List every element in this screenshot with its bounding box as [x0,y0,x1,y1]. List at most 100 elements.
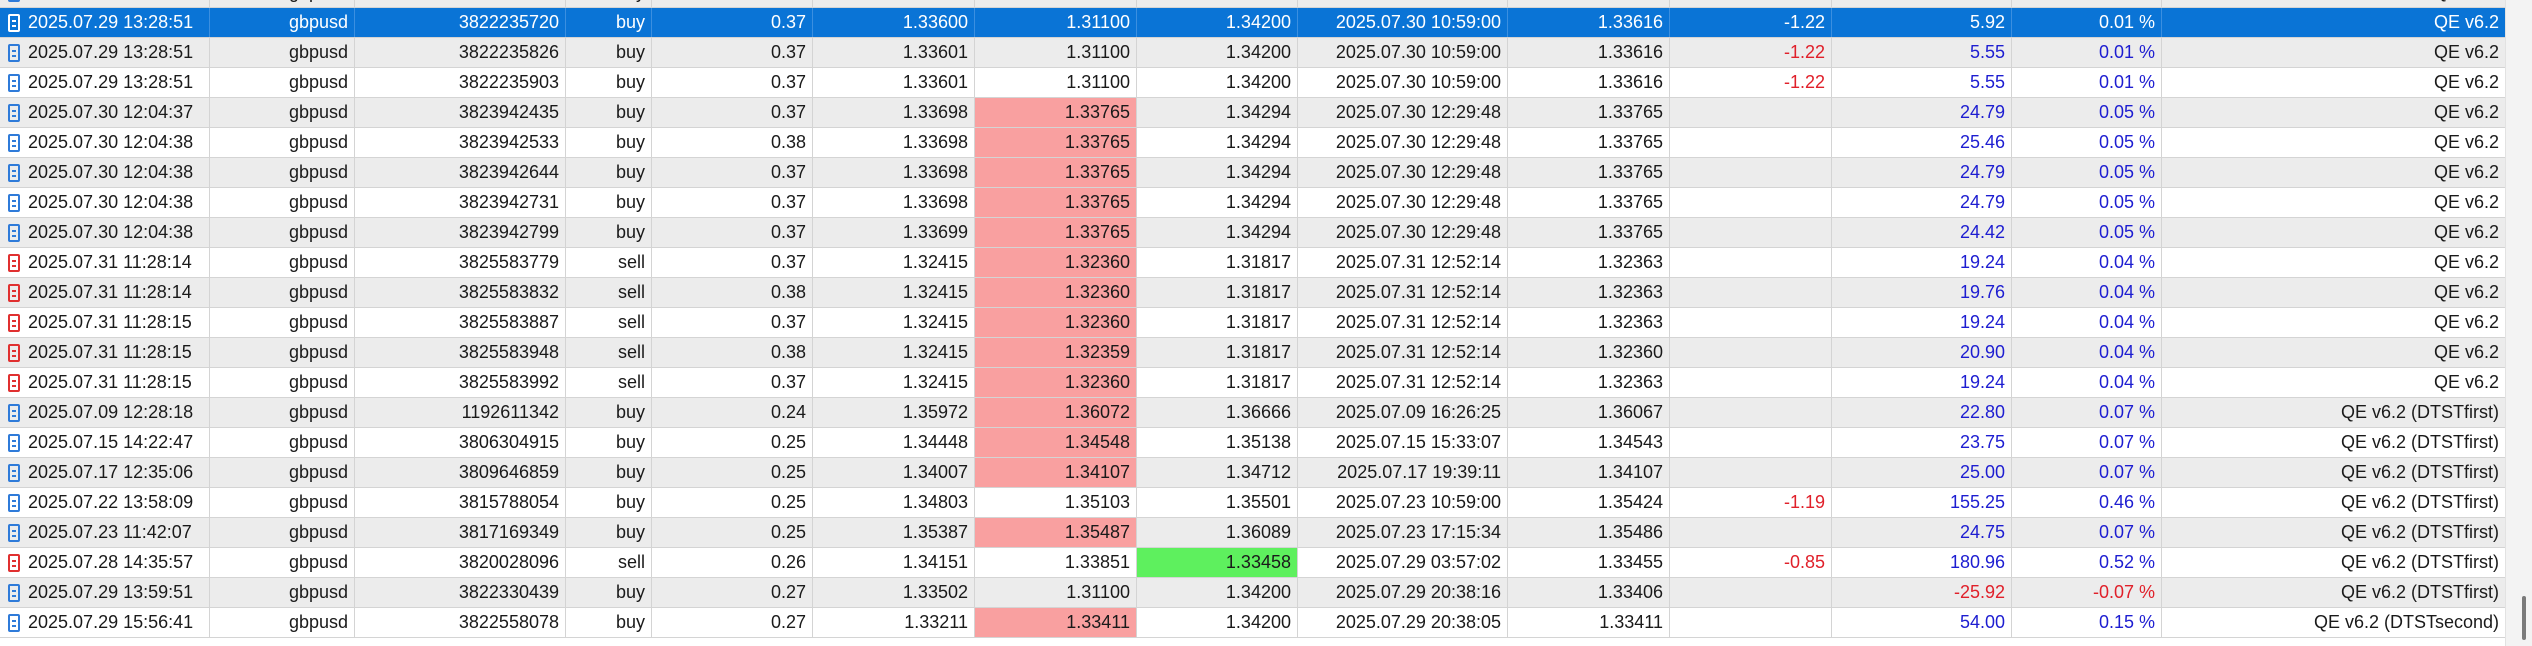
table-row[interactable]: 2025.07.29 13:28:51 gbpusd 3822235903 buy 0.… [0,68,2506,98]
cell-sl: 1.36072 [975,398,1137,427]
table-row[interactable]: 2025.07.31 11:28:14 gbpusd 3825583832 sell 0… [0,278,2506,308]
cell-commission: -1.19 [1670,488,1832,517]
table-row[interactable]: 2025.07.30 12:04:37 gbpusd 3823942435 buy 0.… [0,98,2506,128]
cell-time: 2025.07.31 11:28:15 [0,368,210,397]
cell-price: 1.33601 [813,68,975,97]
cell-type: buy [566,218,652,247]
cell-change: 0.04 % [2012,368,2162,397]
cell-time: 2025.07.28 14:35:57 [0,548,210,577]
cell-position: 3822235826 [355,38,566,67]
open-time: 2025.07.28 14:35:57 [28,552,194,572]
cell-comment: QE v6.2 (DTSTfirst) [2162,398,2506,427]
table-row[interactable]: 2025.07.29 13:28:51 gbpusd 3822235720 buy 0.… [0,8,2506,38]
cell-time2: 2025.07.31 12:52:14 [1298,308,1508,337]
cell-profit: 19.24 [1832,368,2012,397]
cell-tp: 1.34294 [1137,128,1298,157]
cell-change: 0.01 % [2012,68,2162,97]
cell-time2: 2025.07.30 10:59:00 [1298,0,1508,7]
cell-symbol: gbpusd [210,608,355,637]
cell-profit: 25.46 [1832,128,2012,157]
cell-position: 3820028096 [355,548,566,577]
cell-symbol: gbpusd [210,8,355,37]
cell-price2: 1.33616 [1508,0,1670,7]
table-row[interactable]: 2025.07.15 14:22:47 gbpusd 3806304915 buy 0.… [0,428,2506,458]
table-row[interactable]: 2025.07.30 12:04:38 gbpusd 3823942731 buy 0.… [0,188,2506,218]
open-time: 2025.07.31 11:28:14 [28,252,192,272]
table-row[interactable]: 2025.07.29 15:56:41 gbpusd 3822558078 buy 0.… [0,608,2506,638]
cell-sl: 1.33765 [975,158,1137,187]
cell-comment: QE v6.2 (DTSTfirst) [2162,488,2506,517]
cell-tp: 1.34294 [1137,218,1298,247]
table-row[interactable]: 2025.07.28 14:35:57 gbpusd 3820028096 sell 0… [0,548,2506,578]
buy-order-icon [8,493,20,512]
table-row[interactable]: 2025.07.17 12:35:06 gbpusd 3809646859 buy 0.… [0,458,2506,488]
table-row[interactable]: 2025.07.23 11:42:07 gbpusd 3817169349 buy 0.… [0,518,2506,548]
cell-commission [1670,188,1832,217]
cell-price2: 1.32360 [1508,338,1670,367]
cell-sl: 1.33411 [975,608,1137,637]
cell-sl: 1.33851 [975,548,1137,577]
cell-symbol: gbpusd [210,248,355,277]
table-row-partial[interactable]: 2025.07.29 13:28:51gbpusd3822235806buy0.… [0,0,2506,8]
buy-order-icon [8,133,20,152]
cell-profit: 24.42 [1832,218,2012,247]
cell-sl: 1.32360 [975,308,1137,337]
cell-profit: 25.00 [1832,458,2012,487]
buy-order-icon [8,163,20,182]
cell-position: 3823942533 [355,128,566,157]
cell-type: buy [566,518,652,547]
cell-time: 2025.07.31 11:28:14 [0,248,210,277]
cell-commission [1670,518,1832,547]
table-row[interactable]: 2025.07.30 12:04:38 gbpusd 3823942533 buy 0.… [0,128,2506,158]
table-row[interactable]: 2025.07.29 13:28:51 gbpusd 3822235826 buy 0.… [0,38,2506,68]
cell-comment: QE v6.2 (DTSTfirst) [2162,578,2506,607]
table-row[interactable]: 2025.07.09 12:28:18 gbpusd 1192611342 buy 0.… [0,398,2506,428]
table-row[interactable]: 2025.07.31 11:28:15 gbpusd 3825583948 sell 0… [0,338,2506,368]
cell-volume: 0.27 [652,578,813,607]
cell-type: buy [566,578,652,607]
table-row[interactable]: 2025.07.22 13:58:09 gbpusd 3815788054 buy 0.… [0,488,2506,518]
cell-price2: 1.33616 [1508,68,1670,97]
cell-position: 3825583948 [355,338,566,367]
cell-profit: 22.80 [1832,398,2012,427]
cell-tp: 1.35501 [1137,488,1298,517]
table-row[interactable]: 2025.07.31 11:28:15 gbpusd 3825583887 sell 0… [0,308,2506,338]
cell-price2: 1.32363 [1508,248,1670,277]
cell-type: buy [566,458,652,487]
cell-time2: 2025.07.31 12:52:14 [1298,278,1508,307]
cell-price: 1.32415 [813,368,975,397]
cell-symbol: gbpusd [210,308,355,337]
buy-order-icon [8,433,20,452]
table-row[interactable]: 2025.07.31 11:28:15 gbpusd 3825583992 sell 0… [0,368,2506,398]
cell-profit: 24.79 [1832,158,2012,187]
cell-position: 3809646859 [355,458,566,487]
open-time: 2025.07.31 11:28:15 [28,342,192,362]
table-row[interactable]: 2025.07.30 12:04:38 gbpusd 3823942799 buy 0.… [0,218,2506,248]
cell-comment: QE v6.2 [2162,308,2506,337]
cell-time: 2025.07.31 11:28:15 [0,308,210,337]
cell-time: 2025.07.30 12:04:38 [0,158,210,187]
cell-type: buy [566,158,652,187]
cell-time: 2025.07.31 11:28:15 [0,338,210,367]
scrollbar-thumb[interactable] [2522,596,2526,640]
cell-position: 3825583779 [355,248,566,277]
cell-price2: 1.33406 [1508,578,1670,607]
cell-price: 1.34803 [813,488,975,517]
table-row[interactable]: 2025.07.29 13:59:51 gbpusd 3822330439 buy 0.… [0,578,2506,608]
cell-comment: QE v6.2 [2162,248,2506,277]
cell-symbol: gbpusd [210,458,355,487]
cell-time: 2025.07.29 13:28:51 [0,8,210,37]
cell-symbol: gbpusd [210,428,355,457]
table-row[interactable]: 2025.07.31 11:28:14 gbpusd 3825583779 sell 0… [0,248,2506,278]
cell-change: 0.04 % [2012,278,2162,307]
cell-time: 2025.07.22 13:58:09 [0,488,210,517]
cell-price2: 1.32363 [1508,308,1670,337]
cell-volume: 0.37 [652,308,813,337]
cell-profit: 54.00 [1832,608,2012,637]
cell-type: sell [566,248,652,277]
table-row[interactable]: 2025.07.30 12:04:38 gbpusd 3823942644 buy 0.… [0,158,2506,188]
cell-position: 3823942644 [355,158,566,187]
vertical-scrollbar[interactable] [2505,0,2532,646]
cell-commission [1670,278,1832,307]
cell-symbol: gbpusd [210,98,355,127]
